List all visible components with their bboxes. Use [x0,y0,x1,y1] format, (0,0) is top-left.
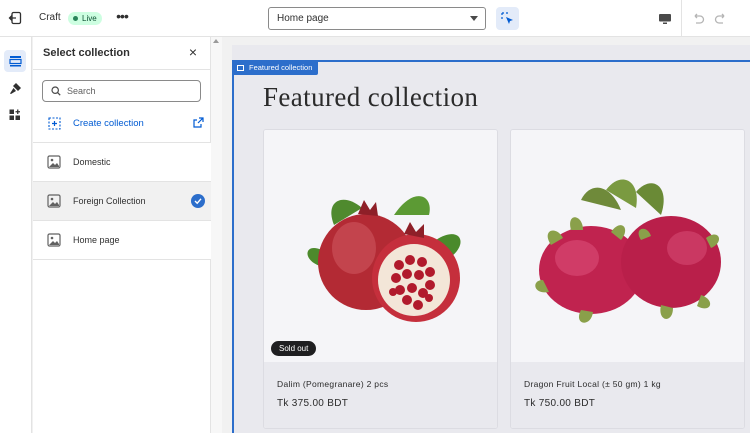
template-select[interactable]: Home page [268,7,486,30]
store-preview: Featured collection Featured collection [222,37,750,433]
apps-icon[interactable] [4,104,26,126]
product-price: Tk 375.00 BDT [277,398,349,409]
theme-name: Craft [39,12,61,23]
image-placeholder-icon [47,194,61,208]
create-collection-icon [48,117,61,133]
sold-out-badge: Sold out [271,341,317,356]
panel-title: Select collection [43,47,130,59]
external-link-icon[interactable] [193,117,204,131]
sections-icon[interactable] [4,50,26,72]
search-icon [51,86,61,99]
collection-item-home-page[interactable]: Home page [33,221,211,260]
collection-item-domestic[interactable]: Domestic [33,143,211,182]
live-status-badge: Live [68,12,102,25]
image-placeholder-icon [47,155,61,169]
collection-item-label: Foreign Collection [73,196,146,206]
panel-scrollbar[interactable] [211,37,222,433]
search-input[interactable] [67,84,195,98]
inspector-icon[interactable] [496,7,519,30]
close-icon[interactable]: × [186,45,200,59]
theme-settings-icon[interactable] [4,77,26,99]
redo-icon[interactable] [711,9,731,29]
more-icon[interactable]: ••• [113,8,131,26]
scroll-up-icon[interactable] [213,39,219,43]
chevron-down-icon [470,16,478,21]
collection-list: Domestic Foreign Collection Home page [33,142,211,260]
section-icon [237,65,244,71]
collection-item-label: Home page [73,235,120,245]
product-image-pomegranate[interactable]: Sold out [264,130,497,362]
checkmark-icon [191,194,205,208]
collection-item-label: Domestic [73,157,111,167]
image-placeholder-icon [47,233,61,247]
product-price: Tk 750.00 BDT [524,398,596,409]
select-collection-panel: Select collection × Create collection Do… [33,37,211,433]
template-select-value: Home page [277,13,329,24]
exit-icon[interactable] [6,9,24,27]
top-bar: Craft Live ••• Home page [0,0,750,37]
product-title[interactable]: Dalim (Pomegranare) 2 pcs [277,379,388,389]
product-card[interactable]: Sold out Dalim (Pomegranare) 2 pcs Tk 37… [263,129,498,429]
undo-icon[interactable] [688,9,708,29]
product-info: Dragon Fruit Local (± 50 gm) 1 kg Tk 750… [511,362,744,428]
product-title[interactable]: Dragon Fruit Local (± 50 gm) 1 kg [524,379,661,389]
create-collection-link[interactable]: Create collection [42,115,204,133]
product-image-dragon-fruit[interactable] [511,130,744,362]
section-tag-label: Featured collection [249,63,313,72]
search-field[interactable] [42,80,201,102]
left-rail [0,37,32,433]
toolbar-divider [681,0,682,37]
product-info: Dalim (Pomegranare) 2 pcs Tk 375.00 BDT [264,362,497,428]
desktop-icon[interactable] [655,9,675,29]
create-collection-label: Create collection [73,118,144,129]
panel-header: Select collection × [33,37,210,70]
collection-item-foreign-collection[interactable]: Foreign Collection [33,182,211,221]
section-heading: Featured collection [263,82,479,112]
section-tag[interactable]: Featured collection [232,61,319,75]
product-card[interactable]: Dragon Fruit Local (± 50 gm) 1 kg Tk 750… [510,129,745,429]
